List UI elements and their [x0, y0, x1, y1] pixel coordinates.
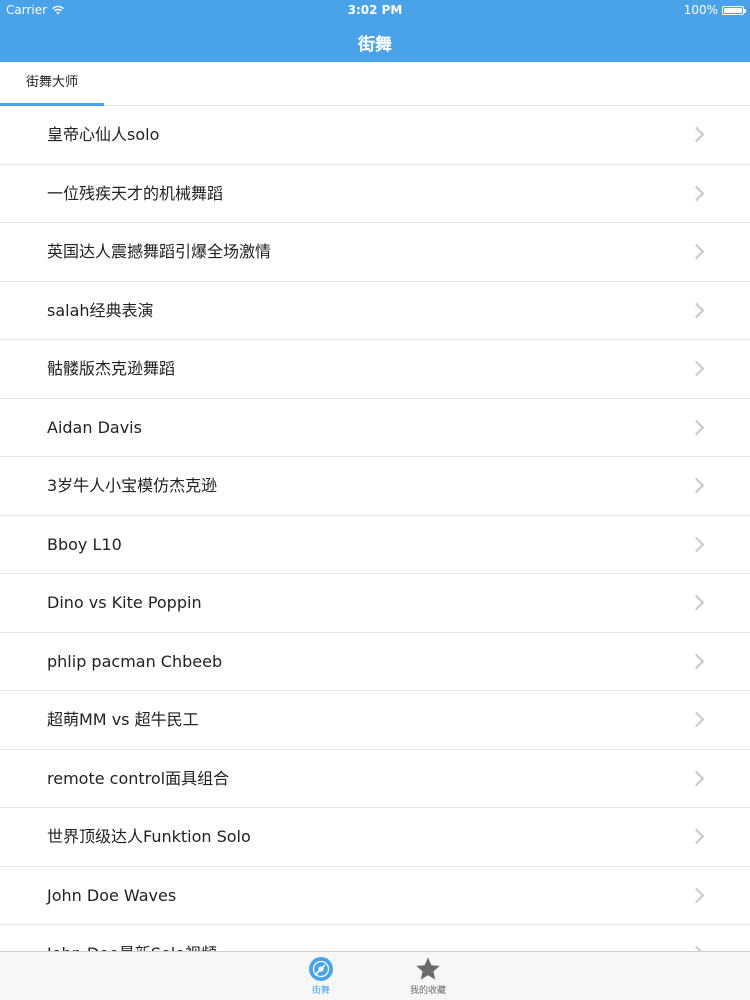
status-bar: Carrier 3:02 PM 100% [0, 0, 750, 20]
status-right: 100% [683, 3, 746, 17]
list-item-title: 3岁牛人小宝模仿杰克逊 [47, 476, 218, 495]
list-item-title: 皇帝心仙人solo [47, 125, 160, 144]
list-item-title: 超萌MM vs 超牛民工 [47, 710, 199, 729]
chevron-right-icon [688, 477, 705, 494]
list-item-title: Dino vs Kite Poppin [47, 593, 202, 612]
list-item[interactable]: salah经典表演 [0, 282, 750, 340]
list-item[interactable]: Bboy L10 [0, 516, 750, 574]
list-item-title: Aidan Davis [47, 417, 142, 437]
list-item-title: John Doe Waves [47, 885, 177, 905]
chevron-right-icon [688, 185, 705, 201]
list-item[interactable]: 世界顶级达人Funktion Solo [0, 808, 750, 867]
chevron-right-icon [688, 243, 705, 260]
list-item[interactable]: phlip pacman Chbeeb [0, 633, 750, 691]
chevron-right-icon [688, 594, 705, 611]
list-item-title: 骷髅版杰克逊舞蹈 [47, 359, 176, 378]
list-item[interactable]: John Doe Waves [0, 867, 750, 925]
chevron-right-icon [688, 536, 705, 552]
list-item[interactable]: John Doe最新Solo视频 [0, 925, 750, 951]
list-item-title: salah经典表演 [47, 300, 154, 320]
list-item[interactable]: remote control面具组合 [0, 750, 750, 808]
star-icon [416, 957, 440, 980]
list-item[interactable]: 英国达人震撼舞蹈引爆全场激情 [0, 223, 750, 282]
tab-street-dance-master[interactable]: 街舞大师 [0, 62, 104, 106]
list-item[interactable]: 3岁牛人小宝模仿杰克逊 [0, 457, 750, 516]
list-item[interactable]: 一位残疾天才的机械舞蹈 [0, 165, 750, 223]
list-item-title: 一位残疾天才的机械舞蹈 [47, 183, 224, 203]
list-item-title: remote control面具组合 [47, 768, 230, 788]
tab-label: 街舞大师 [25, 75, 78, 90]
chevron-right-icon [688, 828, 705, 845]
tabbar-item-favorites[interactable]: 我的收藏 [398, 956, 458, 996]
category-tab-strip: 街舞大师 [0, 62, 750, 106]
chevron-right-icon [688, 711, 705, 728]
battery-level-fill [724, 7, 742, 13]
disc-icon [309, 957, 333, 981]
list-item-title: Bboy L10 [47, 534, 122, 554]
list-item-title: phlip pacman Chbeeb [47, 651, 223, 671]
tabbar-item-street-dance[interactable]: 街舞 [291, 956, 351, 996]
list-item-title: John Doe最新Solo视频 [47, 925, 217, 951]
chevron-right-icon [688, 653, 705, 669]
tabbar-label: 街舞 [311, 986, 330, 996]
chevron-right-icon [688, 887, 705, 903]
list-item[interactable]: Dino vs Kite Poppin [0, 574, 750, 633]
list-item[interactable]: 超萌MM vs 超牛民工 [0, 691, 750, 750]
battery-icon [722, 5, 746, 15]
tabbar-label: 我的收藏 [409, 986, 446, 996]
chevron-right-icon [688, 770, 705, 786]
list-item-title: 世界顶级达人Funktion Solo [47, 827, 251, 846]
chevron-right-icon [688, 360, 705, 377]
navigation-header: Carrier 3:02 PM 100% 街舞 [0, 0, 750, 62]
bottom-tab-bar: 街舞 我的收藏 [0, 951, 750, 1000]
page-title: 街舞 [358, 35, 392, 55]
chevron-right-icon [688, 302, 705, 318]
list-item[interactable]: Aidan Davis [0, 399, 750, 457]
list-item[interactable]: 骷髅版杰克逊舞蹈 [0, 340, 750, 399]
list-item[interactable]: 皇帝心仙人solo [0, 106, 750, 165]
list-item-title: 英国达人震撼舞蹈引爆全场激情 [47, 242, 272, 261]
chevron-right-icon [688, 419, 705, 435]
chevron-right-icon [688, 126, 705, 143]
battery-percent: 100% [683, 3, 718, 17]
app-screen: Carrier 3:02 PM 100% 街舞 街舞大师 皇帝心仙人solo 一… [0, 0, 750, 1000]
video-list: 皇帝心仙人solo 一位残疾天才的机械舞蹈 英国达人震撼舞蹈引爆全场激情 sal… [0, 106, 750, 951]
status-time: 3:02 PM [347, 3, 403, 17]
